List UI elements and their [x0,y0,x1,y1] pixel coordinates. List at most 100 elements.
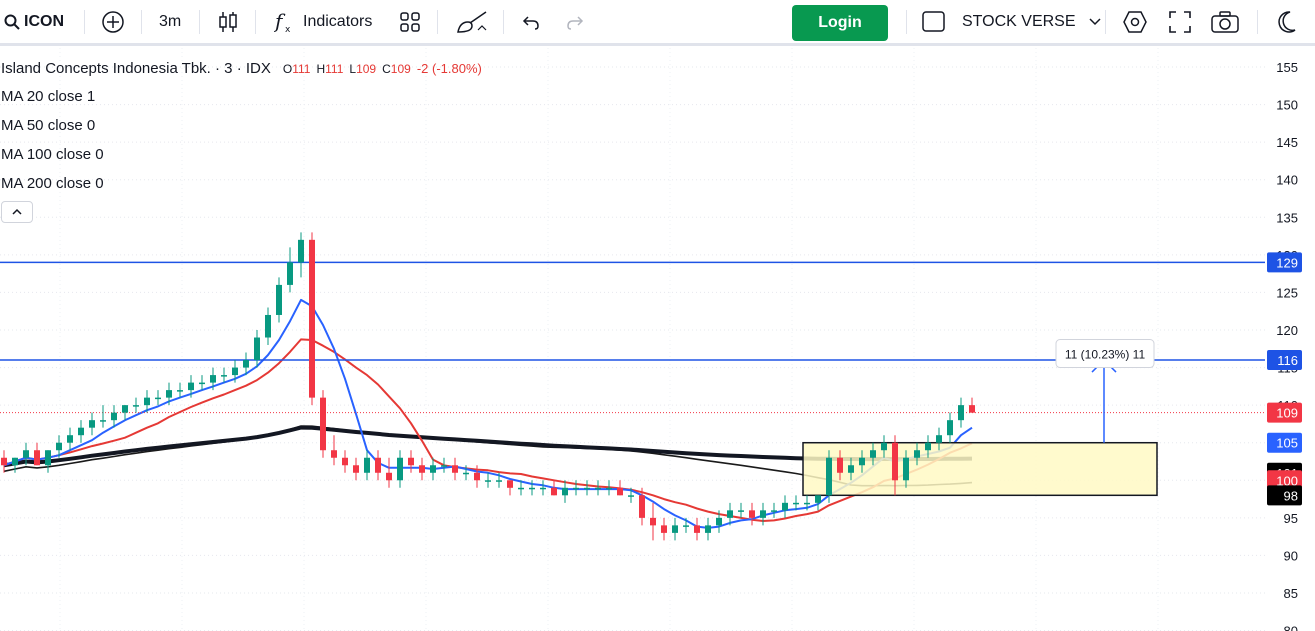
theme-button[interactable] [1275,0,1297,44]
price-tick-label: 90 [1284,548,1298,563]
candle-body [199,382,205,385]
candle-body [661,525,667,533]
candle-body [551,487,557,496]
candle-body [111,412,117,421]
indicators-button[interactable]: fx Indicators [274,0,372,44]
camera-icon [1211,11,1239,33]
divider [503,10,504,34]
candle-body [122,405,128,413]
candle-body [430,465,436,473]
candle-body [826,457,832,496]
candle-body [309,239,315,398]
collapse-legend-button[interactable] [1,201,33,223]
add-circle-icon [102,11,124,33]
candle-body [771,510,777,512]
chevron-down-icon [1088,18,1101,26]
indicators-label: Indicators [303,13,373,30]
search-icon [4,14,20,30]
layout-square-icon [922,11,945,32]
candle-body [782,502,788,511]
divider [1257,10,1258,34]
price-label-hline: 116 [1277,353,1298,368]
legend-ma200[interactable]: MA 200 close 0 [1,175,104,192]
candle-body [89,420,95,428]
price-tick-label: 150 [1276,98,1298,113]
open-value: 111 [292,62,311,76]
candle-body [243,360,249,368]
measure-box [802,441,1158,497]
layout-menu[interactable]: STOCK VERSE [922,0,1102,44]
interval-label: 3m [159,13,182,30]
close-value: 109 [390,62,411,76]
compare-button[interactable] [101,0,125,44]
legend-ma100[interactable]: MA 100 close 0 [1,146,104,163]
fullscreen-button[interactable] [1169,0,1191,44]
symbol-title: Island Concepts Indonesia Tbk. · 3 · IDX [1,60,271,77]
price-tick-label: 135 [1276,210,1298,225]
candle-body [727,510,733,518]
price-label-ma100: 98 [1284,488,1298,503]
chevron-up-icon [12,208,22,215]
candle-body [716,517,722,526]
candle-body [232,367,238,376]
candle-body [463,472,469,475]
drawing-tool-button[interactable] [456,0,490,44]
candle-body [903,457,909,481]
candle-body [276,284,282,315]
candle-body [859,457,865,466]
price-tick-label: 145 [1276,135,1298,150]
candle-body [408,457,414,466]
divider [199,10,200,34]
price-axis: 1551501451401351301251201151101051009590… [1267,60,1302,631]
close-key: C [382,62,391,76]
candle-body [386,472,392,481]
interval-button[interactable]: 3m [159,0,181,44]
candle-body [507,480,513,488]
candle-body [56,442,62,451]
candle-body [749,510,755,518]
candle-body [947,420,953,436]
candle-body [683,525,689,527]
symbol-name: ICON [24,13,64,30]
candle-body [892,442,898,481]
login-button[interactable]: Login [792,5,888,41]
settings-button[interactable] [1123,0,1147,44]
candle-body [34,450,40,466]
price-tick-label: 80 [1284,624,1298,631]
candle-body [584,487,590,490]
low-value: 109 [356,62,377,76]
fullscreen-icon [1169,11,1191,33]
candle-body [870,450,876,458]
price-tick-label: 120 [1276,323,1298,338]
candle-body [331,450,337,458]
candle-body [969,405,975,413]
divider [906,10,907,34]
measure-label-text: 11 (10.23%) 11 [1065,348,1146,362]
price-tick-label: 95 [1284,511,1298,526]
screenshot-button[interactable] [1211,0,1239,44]
templates-button[interactable] [400,0,420,44]
candle-body [441,465,447,467]
legend-ma20[interactable]: MA 20 close 1 [1,88,95,105]
redo-button[interactable] [566,0,586,44]
legend-ma50[interactable]: MA 50 close 0 [1,117,95,134]
divider [1105,10,1106,34]
candle-body [650,517,656,526]
price-tick-label: 85 [1284,586,1298,601]
candle-body [958,405,964,421]
price-chart[interactable]: 11 (10.23%) 1115515014514013513012512011… [0,48,1315,631]
candle-body [837,457,843,473]
candle-body [221,375,227,377]
candle-body [562,487,568,496]
candle-body [474,472,480,481]
moon-icon [1278,11,1296,33]
price-label-ma20: 105 [1276,436,1298,451]
candle-body [738,510,744,512]
open-key: O [282,62,293,76]
candle-body [815,495,821,503]
symbol-search[interactable]: ICON [4,0,64,44]
undo-button[interactable] [520,0,540,44]
candle-body [518,487,524,490]
chart-type-button[interactable] [217,0,239,44]
candle-body [914,450,920,458]
